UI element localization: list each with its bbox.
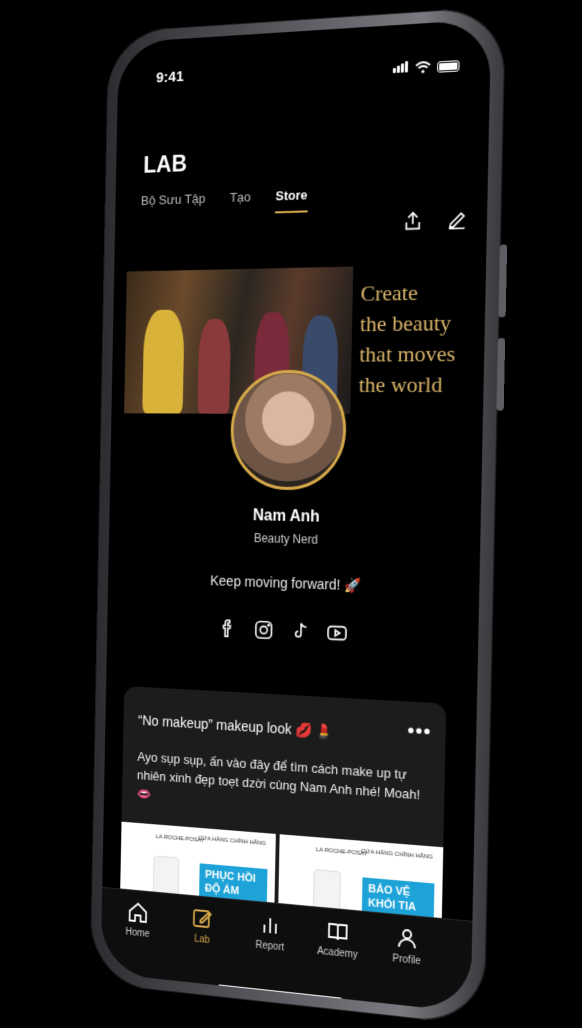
product-brand: LA ROCHE-POSAY	[315, 847, 368, 858]
slogan-line: Create	[360, 279, 419, 306]
instagram-icon[interactable]	[253, 619, 274, 642]
tab-create[interactable]: Tạo	[229, 189, 251, 215]
edit-icon[interactable]	[446, 208, 469, 231]
page-title: LAB	[143, 150, 188, 178]
more-options-icon[interactable]: •••	[407, 720, 432, 745]
nav-label: Profile	[392, 953, 421, 968]
bar-chart-icon	[259, 912, 282, 938]
profile-name: Nam Anh	[252, 507, 320, 526]
tab-collection[interactable]: Bộ Sưu Tập	[141, 191, 206, 218]
slogan-line: that moves	[359, 340, 456, 367]
avatar[interactable]	[229, 369, 348, 491]
post-description: Ayo sụp sụp, ấn vào đây để tìm cách make…	[136, 748, 421, 803]
wifi-icon	[415, 61, 431, 74]
nav-profile[interactable]: Profile	[377, 923, 438, 969]
product-brand: LA ROCHE-POSAY	[155, 834, 205, 845]
app-screen: 9:41 LAB Bộ Sưu Tập Tạo Store Create the…	[100, 18, 492, 1013]
tiktok-icon[interactable]	[289, 620, 311, 643]
status-time: 9:41	[155, 68, 184, 87]
banner-slogan: Create the beauty that moves the world	[358, 277, 457, 401]
nav-label: Report	[255, 939, 285, 954]
product-store: CỬA HÀNG CHÍNH HÃNG	[361, 848, 433, 861]
tab-bar: Bộ Sưu Tập Tạo Store	[141, 187, 308, 217]
profile-motto: Keep moving forward! 🚀	[210, 572, 362, 594]
top-actions	[402, 208, 469, 233]
side-button-upper	[498, 244, 508, 318]
product-store: CỬA HÀNG CHÍNH HÃNG	[198, 835, 266, 848]
nav-label: Academy	[316, 945, 358, 961]
edit-icon	[191, 906, 214, 932]
nav-academy[interactable]: Academy	[308, 917, 367, 962]
nav-home[interactable]: Home	[110, 898, 165, 941]
side-button-lower	[496, 337, 506, 411]
profile-role: Beauty Nerd	[253, 531, 318, 547]
tab-store[interactable]: Store	[275, 187, 308, 214]
phone-frame: 9:41 LAB Bộ Sưu Tập Tạo Store Create the…	[89, 5, 508, 1027]
home-icon	[127, 900, 149, 925]
social-links	[217, 617, 348, 645]
book-icon	[326, 919, 350, 945]
nav-report[interactable]: Report	[241, 911, 299, 955]
signal-icon	[392, 59, 409, 78]
youtube-icon[interactable]	[326, 622, 348, 645]
share-icon[interactable]	[402, 210, 425, 233]
nav-label: Lab	[194, 933, 210, 946]
nav-label: Home	[125, 926, 150, 940]
nav-lab[interactable]: Lab	[174, 904, 231, 948]
slogan-line: the beauty	[359, 309, 452, 337]
user-icon	[395, 925, 420, 952]
battery-icon	[437, 59, 460, 73]
facebook-icon[interactable]	[217, 617, 238, 640]
post-title: “No makeup” makeup look 💋 💄	[137, 712, 334, 740]
slogan-line: the world	[358, 371, 443, 398]
status-icons	[392, 56, 460, 78]
